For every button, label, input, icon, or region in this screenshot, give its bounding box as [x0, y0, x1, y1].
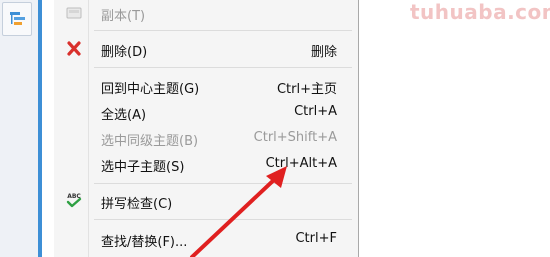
red-arrow-annotation [190, 166, 287, 257]
